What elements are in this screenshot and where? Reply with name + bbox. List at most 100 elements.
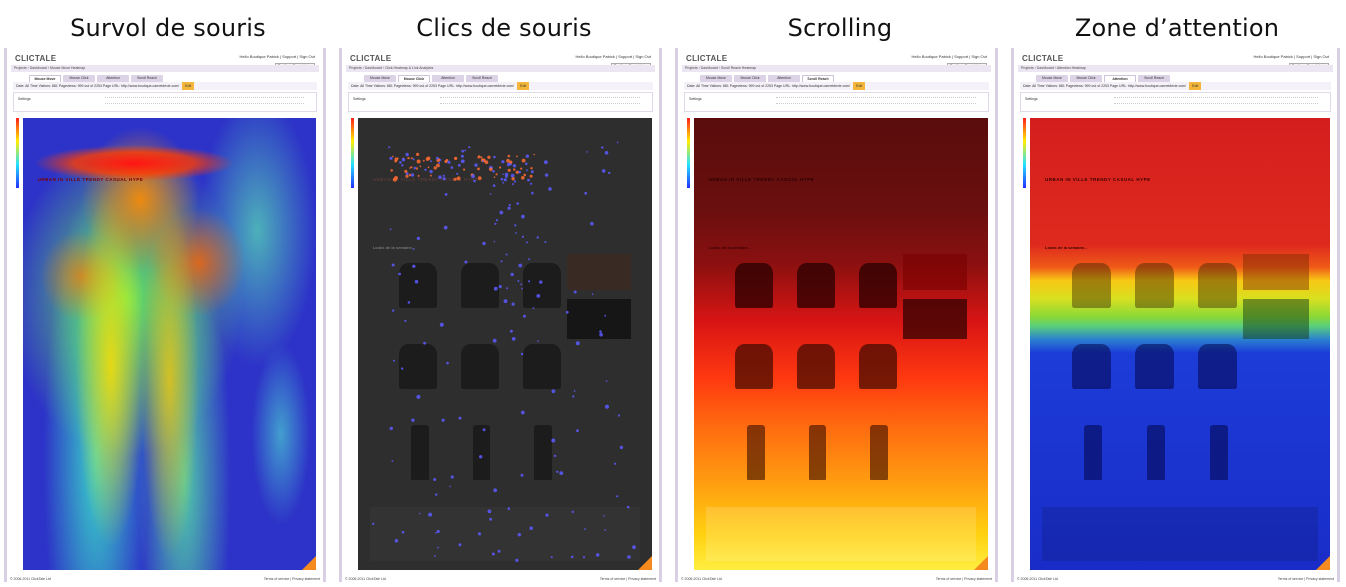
tab-mouse-move[interactable]: Mouse Move (700, 75, 732, 82)
settings-row (104, 103, 304, 107)
user-links[interactable]: Hello Boutique Patrick | Support | Sign … (576, 54, 651, 59)
user-links[interactable]: Hello Boutique Patrick | Support | Sign … (912, 54, 987, 59)
heat-scale (16, 118, 19, 188)
tab-scroll-reach[interactable]: Scroll Reach (802, 75, 834, 82)
click-dot (447, 160, 451, 164)
heatmap-tabs: Mouse Move Mouse Click Attention Scroll … (29, 75, 163, 82)
click-dot (390, 169, 393, 172)
settings-row (104, 97, 304, 101)
footer-links[interactable]: Terms of service | Privacy statement (1278, 577, 1334, 581)
click-dot (417, 174, 420, 177)
click-dot (410, 173, 415, 177)
edit-button[interactable]: Edit (1189, 82, 1202, 90)
click-dot (518, 263, 523, 268)
click-dot (444, 160, 448, 163)
tab-mouse-move[interactable]: Mouse Move (29, 75, 61, 82)
orange-corner-icon (638, 556, 652, 570)
tab-mouse-move[interactable]: Mouse Move (364, 75, 396, 82)
product-image (858, 344, 897, 390)
click-dot (464, 149, 467, 152)
edit-button[interactable]: Edit (517, 82, 530, 90)
click-dot (584, 528, 586, 530)
tab-attention[interactable]: Attention (97, 75, 129, 82)
click-dot (499, 166, 502, 169)
product-image (746, 425, 765, 480)
footer-links[interactable]: Terms of service | Privacy statement (264, 577, 320, 581)
click-dot (601, 169, 606, 173)
edit-button[interactable]: Edit (853, 82, 866, 90)
heatmap-canvas-scrolling[interactable]: URBAN IN VILLE TRENDY CASUAL HYPE Looks … (694, 118, 988, 570)
tab-mouse-move[interactable]: Mouse Move (1036, 75, 1068, 82)
tab-mouse-click[interactable]: Mouse Click (63, 75, 95, 82)
click-dot (572, 395, 575, 398)
app-header: CLICTALE Hello Boutique Patrick | Suppor… (11, 52, 319, 76)
page-overlay: URBAN IN VILLE TRENDY CASUAL HYPE Looks … (694, 118, 988, 570)
click-dot (544, 241, 547, 244)
click-dot (492, 338, 497, 343)
click-dot (495, 173, 498, 176)
tab-scroll-reach[interactable]: Scroll Reach (131, 75, 163, 82)
click-dot (605, 380, 608, 382)
heatmap-canvas-survol[interactable]: URBAN IN VILLE TRENDY CASUAL HYPE (23, 118, 316, 570)
click-dot (506, 287, 509, 290)
click-dot (521, 235, 524, 238)
click-dot (412, 264, 416, 268)
footer-links[interactable]: Terms of service | Privacy statement (600, 577, 656, 581)
click-dot (521, 176, 525, 180)
settings-toggle[interactable]: Settings (1025, 97, 1038, 101)
click-dot (511, 177, 515, 181)
click-dot (394, 176, 398, 180)
click-dot (520, 410, 525, 415)
click-dot (604, 529, 607, 531)
site-footer (705, 506, 977, 561)
click-dot (502, 181, 505, 184)
heatmap-canvas-attention[interactable]: URBAN IN VILLE TRENDY CASUAL HYPE Looks … (1030, 118, 1330, 570)
click-dot (418, 512, 421, 515)
click-dot (482, 241, 486, 246)
product-image (1210, 425, 1228, 480)
tab-scroll-reach[interactable]: Scroll Reach (1138, 75, 1170, 82)
click-dot (471, 174, 475, 179)
heatmap-canvas-clics[interactable]: URBAN IN VILLE TRENDY CASUAL HYPE Looks … (358, 118, 652, 570)
tab-scroll-reach[interactable]: Scroll Reach (466, 75, 498, 82)
click-dot (434, 555, 436, 557)
user-links[interactable]: Hello Boutique Patrick | Support | Sign … (240, 54, 315, 59)
edit-button[interactable]: Edit (182, 82, 195, 90)
settings-toggle[interactable]: Settings (353, 97, 366, 101)
click-dot (595, 553, 600, 557)
footer-links[interactable]: Terms of service | Privacy statement (936, 577, 992, 581)
click-dot (516, 202, 519, 205)
click-dot (437, 546, 439, 549)
click-dot (492, 170, 495, 173)
user-links[interactable]: Hello Boutique Patrick | Support | Sign … (1254, 54, 1329, 59)
settings-toggle[interactable]: Settings (689, 97, 702, 101)
product-image (1072, 344, 1111, 390)
breadcrumb[interactable]: Projects › Dashboard › Scroll Reach Heat… (682, 65, 991, 72)
breadcrumb[interactable]: Projects › Dashboard › Mouse Move Heatma… (11, 65, 319, 72)
click-dot (443, 225, 448, 230)
click-dot (509, 329, 513, 333)
heat-scale (1023, 118, 1026, 188)
tab-attention[interactable]: Attention (768, 75, 800, 82)
click-dot (407, 156, 410, 160)
click-dot (392, 155, 394, 158)
click-dot (442, 177, 446, 181)
breadcrumb[interactable]: Projects › Dashboard › Attention Heatmap (1018, 65, 1333, 72)
breadcrumb[interactable]: Projects › Dashboard › Click Heatmap & L… (346, 65, 655, 72)
tab-mouse-click[interactable]: Mouse Click (1070, 75, 1102, 82)
tab-attention[interactable]: Attention (432, 75, 464, 82)
settings-toggle[interactable]: Settings (18, 97, 31, 101)
click-dot (529, 174, 533, 178)
click-dot (457, 163, 461, 167)
tab-mouse-click[interactable]: Mouse Click (398, 75, 430, 82)
click-dot (463, 168, 466, 171)
click-dot (497, 549, 501, 553)
click-dot (454, 156, 458, 160)
tab-mouse-click[interactable]: Mouse Click (734, 75, 766, 82)
click-dot (500, 260, 503, 263)
click-dot (523, 173, 526, 177)
click-dot (473, 179, 476, 183)
click-dot (605, 404, 609, 409)
tab-attention[interactable]: Attention (1104, 75, 1136, 82)
click-dot (482, 428, 486, 432)
